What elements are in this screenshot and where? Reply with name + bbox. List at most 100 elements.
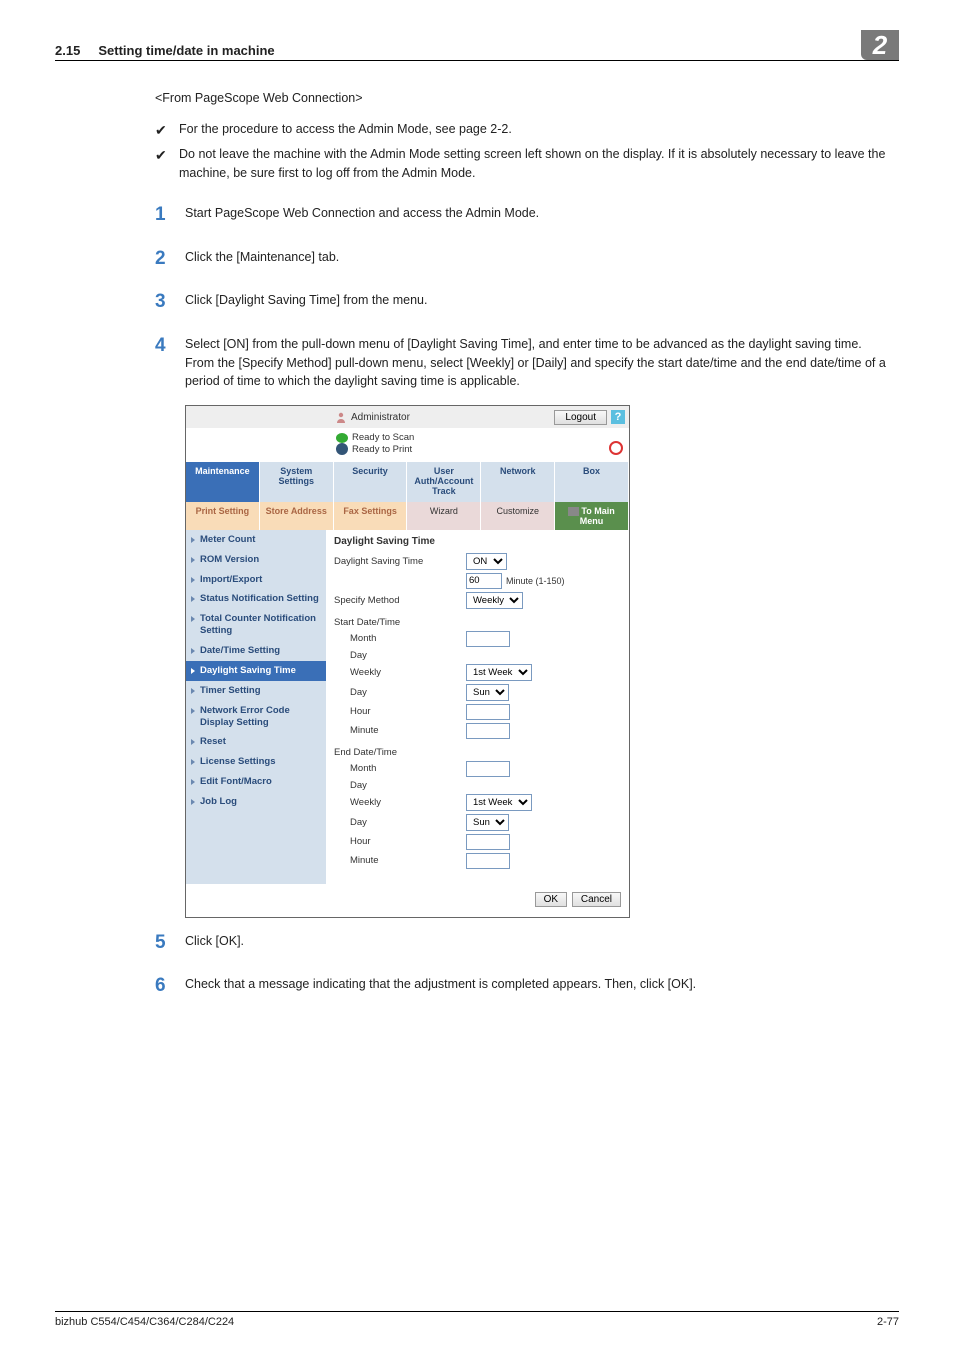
section-number: 2.15 <box>55 43 80 58</box>
logout-button[interactable]: Logout <box>554 410 607 425</box>
minute-label: Minute <box>334 725 466 736</box>
step-text: Click the [Maintenance] tab. <box>185 248 899 267</box>
check-icon: ✔ <box>155 145 179 183</box>
start-month-input[interactable] <box>466 631 510 647</box>
print-status-icon <box>336 443 348 455</box>
main-title: Daylight Saving Time <box>334 536 623 547</box>
ps-subtabs: Print Setting Store Address Fax Settings… <box>186 502 629 530</box>
subtab-store-address[interactable]: Store Address <box>260 502 334 530</box>
start-dayofweek-select[interactable]: Sun <box>466 684 509 701</box>
weekly-label-2: Weekly <box>334 797 466 808</box>
embedded-screenshot: Administrator Logout ? Ready to Scan Rea… <box>185 405 899 918</box>
subtab-fax-settings[interactable]: Fax Settings <box>334 502 408 530</box>
admin-label: Administrator <box>351 412 410 423</box>
pagescope-window: Administrator Logout ? Ready to Scan Rea… <box>185 405 630 918</box>
side-job-log[interactable]: Job Log <box>186 792 326 812</box>
scan-status: Ready to Scan <box>352 432 414 443</box>
step-text: Click [Daylight Saving Time] from the me… <box>185 291 899 310</box>
side-network-error[interactable]: Network Error Code Display Setting <box>186 701 326 733</box>
step-number: 4 <box>155 332 185 361</box>
step-number: 6 <box>155 972 185 1001</box>
step-number: 5 <box>155 929 185 958</box>
side-timer-setting[interactable]: Timer Setting <box>186 681 326 701</box>
month-label: Month <box>334 633 466 644</box>
side-date-time[interactable]: Date/Time Setting <box>186 641 326 661</box>
dst-select[interactable]: ON <box>466 553 507 570</box>
ps-sidebar: Meter Count ROM Version Import/Export St… <box>186 530 326 884</box>
minute-range: Minute (1-150) <box>506 576 565 586</box>
page-footer: bizhub C554/C454/C364/C284/C224 2-77 <box>55 1311 899 1328</box>
ps-status: Ready to Scan Ready to Print <box>186 428 629 461</box>
tab-maintenance[interactable]: Maintenance <box>186 461 260 502</box>
tab-security[interactable]: Security <box>334 461 408 502</box>
step-row: 2 Click the [Maintenance] tab. <box>155 248 899 274</box>
tab-system-settings[interactable]: System Settings <box>260 461 334 502</box>
end-dayofweek-select[interactable]: Sun <box>466 814 509 831</box>
ps-tabs: Maintenance System Settings Security Use… <box>186 461 629 502</box>
print-status: Ready to Print <box>352 444 412 455</box>
side-font-macro[interactable]: Edit Font/Macro <box>186 772 326 792</box>
minute-input[interactable] <box>466 573 502 589</box>
end-weekly-select[interactable]: 1st Week <box>466 794 532 811</box>
footer-page: 2-77 <box>877 1316 899 1328</box>
ok-button[interactable]: OK <box>535 892 567 907</box>
minute-label-2: Minute <box>334 855 466 866</box>
subtab-wizard[interactable]: Wizard <box>407 502 481 530</box>
dayw-label-2: Day <box>334 817 466 828</box>
ps-bottom-bar: OK Cancel <box>186 884 629 917</box>
end-month-input[interactable] <box>466 761 510 777</box>
end-head: End Date/Time <box>334 747 623 758</box>
start-weekly-select[interactable]: 1st Week <box>466 664 532 681</box>
step-number: 1 <box>155 201 185 230</box>
subtab-customize[interactable]: Customize <box>481 502 555 530</box>
bullet-item: ✔ For the procedure to access the Admin … <box>155 120 899 141</box>
step-number: 2 <box>155 245 185 274</box>
side-status-notif[interactable]: Status Notification Setting <box>186 589 326 609</box>
refresh-icon[interactable] <box>609 441 623 455</box>
bullet-text: For the procedure to access the Admin Mo… <box>179 120 899 141</box>
side-import-export[interactable]: Import/Export <box>186 570 326 590</box>
content: <From PageScope Web Connection> ✔ For th… <box>155 89 899 391</box>
tab-user-auth[interactable]: User Auth/Account Track <box>407 461 481 502</box>
start-minute-input[interactable] <box>466 723 510 739</box>
end-minute-input[interactable] <box>466 853 510 869</box>
from-line: <From PageScope Web Connection> <box>155 89 899 108</box>
dst-label: Daylight Saving Time <box>334 556 466 567</box>
start-hour-input[interactable] <box>466 704 510 720</box>
side-total-counter[interactable]: Total Counter Notification Setting <box>186 609 326 641</box>
specify-label: Specify Method <box>334 595 466 606</box>
step-text: Check that a message indicating that the… <box>185 975 899 994</box>
user-icon <box>335 411 347 423</box>
subtab-to-main-menu[interactable]: To Main Menu <box>555 502 629 530</box>
end-hour-input[interactable] <box>466 834 510 850</box>
month-label-2: Month <box>334 763 466 774</box>
scan-status-icon <box>336 433 348 443</box>
weekly-label: Weekly <box>334 667 466 678</box>
chapter-badge: 2 <box>861 30 899 60</box>
side-meter-count[interactable]: Meter Count <box>186 530 326 550</box>
step-text: Click [OK]. <box>185 932 899 951</box>
specify-select[interactable]: Weekly <box>466 592 523 609</box>
section-heading: 2.15 Setting time/date in machine <box>55 43 853 58</box>
step-row: 1 Start PageScope Web Connection and acc… <box>155 204 899 230</box>
tab-box[interactable]: Box <box>555 461 629 502</box>
help-icon[interactable]: ? <box>611 410 625 424</box>
step-text: Select [ON] from the pull-down menu of [… <box>185 335 899 391</box>
step-number: 3 <box>155 288 185 317</box>
ps-topbar: Administrator Logout ? <box>186 406 629 428</box>
side-daylight-saving[interactable]: Daylight Saving Time <box>186 661 326 681</box>
day-label: Day <box>334 650 466 661</box>
step-text: Start PageScope Web Connection and acces… <box>185 204 899 223</box>
bullet-text: Do not leave the machine with the Admin … <box>179 145 899 183</box>
day-label-2: Day <box>334 780 466 791</box>
cancel-button[interactable]: Cancel <box>572 892 621 907</box>
tab-network[interactable]: Network <box>481 461 555 502</box>
hour-label-2: Hour <box>334 836 466 847</box>
page-header: 2.15 Setting time/date in machine 2 <box>55 30 899 61</box>
check-icon: ✔ <box>155 120 179 141</box>
side-license[interactable]: License Settings <box>186 752 326 772</box>
section-title: Setting time/date in machine <box>98 43 274 58</box>
side-rom-version[interactable]: ROM Version <box>186 550 326 570</box>
side-reset[interactable]: Reset <box>186 732 326 752</box>
subtab-print-setting[interactable]: Print Setting <box>186 502 260 530</box>
